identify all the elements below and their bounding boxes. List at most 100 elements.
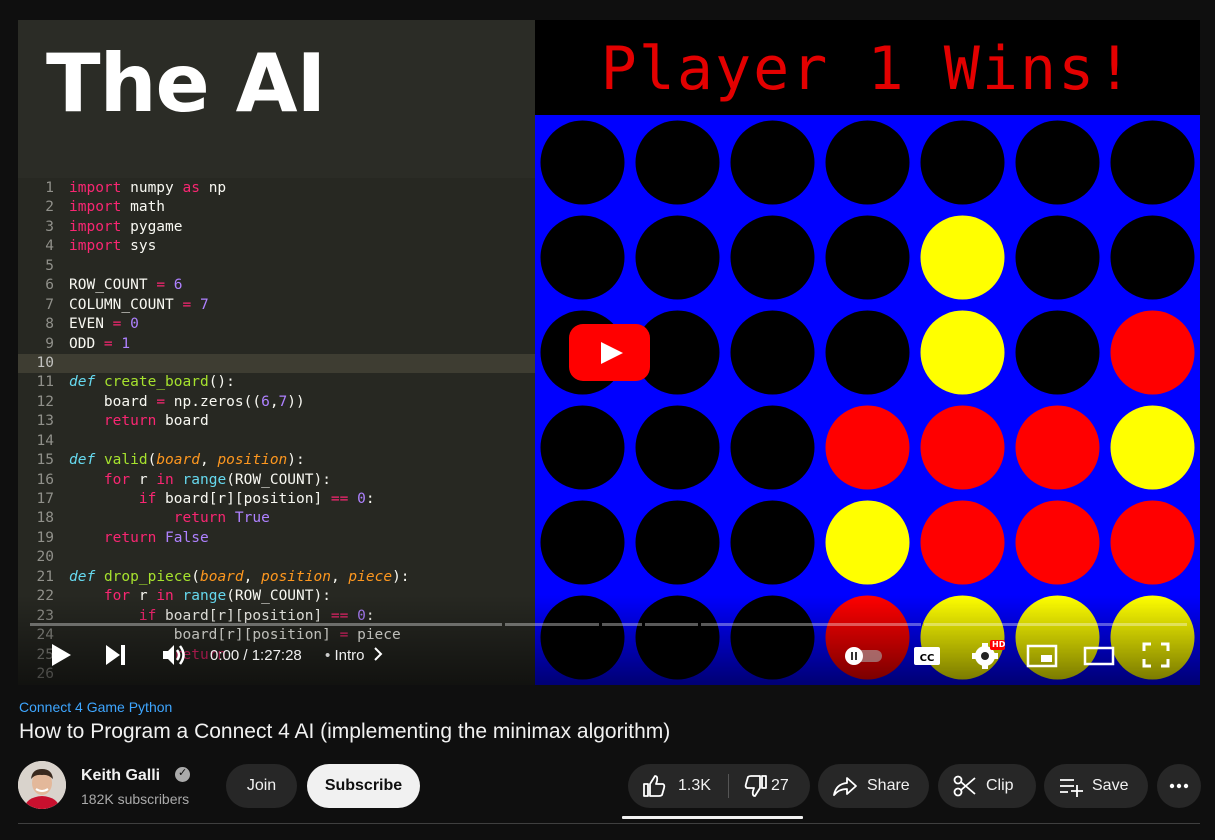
save-button[interactable]: Save (1044, 764, 1148, 808)
chapter-button[interactable]: • Intro (325, 647, 383, 664)
line-number: 19 (36, 529, 54, 546)
code-line: 2 import math (18, 198, 535, 217)
code-text: ROW_COUNT = 6 (69, 277, 183, 294)
code-text: for r in range(ROW_COUNT): (103, 471, 331, 488)
empty-slot (825, 215, 910, 300)
fullscreen-icon[interactable] (1142, 642, 1170, 673)
empty-slot (635, 405, 720, 490)
empty-slot (920, 120, 1005, 205)
code-line: 10 (18, 353, 535, 374)
code-line: 1 import numpy as np (18, 179, 535, 198)
video-player[interactable]: The AI 1 import numpy as np 2 import math 3 i… (18, 20, 1200, 685)
empty-slot (730, 310, 815, 395)
line-number: 18 (36, 510, 54, 527)
player1-piece (1015, 405, 1100, 490)
code-line: 15 def valid(board, position): (18, 451, 535, 470)
playlist-add-icon (1058, 774, 1084, 798)
share-button[interactable]: Share (818, 764, 929, 808)
settings-gear-icon[interactable]: HD (971, 640, 1005, 675)
player1-piece (1015, 500, 1100, 585)
subscribe-button[interactable]: Subscribe (307, 764, 420, 808)
code-line: 19 return False (18, 529, 535, 548)
like-count: 1.3K (678, 777, 711, 794)
chapter-segment[interactable] (924, 623, 1187, 626)
thumbs-down-icon (743, 774, 769, 798)
more-actions-button[interactable] (1157, 764, 1201, 808)
line-number: 4 (45, 238, 54, 255)
game-status-text: Player 1 Wins! (600, 34, 1135, 104)
clip-button[interactable]: Clip (938, 764, 1036, 808)
share-label: Share (867, 777, 910, 794)
empty-slot (730, 405, 815, 490)
line-number: 6 (45, 277, 54, 294)
code-line: 13 return board (18, 412, 535, 431)
line-number: 16 (36, 471, 54, 488)
player1-piece (825, 405, 910, 490)
code-text: EVEN = 0 (69, 316, 139, 333)
hd-badge: HD (992, 640, 1006, 649)
thumbs-up-icon (641, 774, 667, 798)
line-number: 11 (36, 374, 54, 391)
empty-slot (1110, 215, 1195, 300)
line-number: 14 (36, 432, 54, 449)
next-button[interactable] (104, 644, 128, 666)
controls-gradient (18, 595, 1200, 685)
play-button[interactable] (48, 642, 72, 668)
empty-slot (1110, 120, 1195, 205)
code-line: 5 (18, 257, 535, 276)
chapter-segment[interactable] (30, 623, 502, 626)
line-number: 17 (36, 491, 54, 507)
code-line: 16 for r in range(ROW_COUNT): (18, 471, 535, 490)
empty-slot (540, 500, 625, 585)
chapter-segment[interactable] (701, 623, 921, 626)
empty-slot (635, 120, 720, 205)
code-text: def drop_piece(board, position, piece): (69, 568, 410, 585)
playlist-link[interactable]: Connect 4 Game Python (19, 699, 172, 715)
code-line: 7 COLUMN_COUNT = 7 (18, 296, 535, 315)
video-code-panel: The AI 1 import numpy as np 2 import math 3 i… (18, 20, 535, 685)
subscribe-label: Subscribe (324, 777, 403, 794)
autoplay-toggle[interactable] (844, 646, 884, 671)
game-banner: Player 1 Wins! (535, 20, 1200, 115)
theater-mode-icon[interactable] (1083, 646, 1115, 671)
clip-label: Clip (986, 777, 1014, 794)
empty-slot (825, 310, 910, 395)
player1-piece (920, 405, 1005, 490)
code-line: 18 return True (18, 509, 535, 528)
player2-piece (825, 500, 910, 585)
empty-slot (540, 405, 625, 490)
code-text: board = np.zeros((6,7)) (69, 393, 305, 410)
large-play-button[interactable] (569, 324, 650, 381)
dislike-button[interactable]: 27 (729, 764, 810, 808)
code-text: return False (103, 529, 209, 546)
player1-piece (1110, 500, 1195, 585)
code-line: 20 (18, 548, 535, 567)
line-number: 20 (36, 549, 54, 566)
code-text: if board[r][position] == 0: (138, 491, 375, 507)
code-line: 4 import sys (18, 237, 535, 256)
progress-bar[interactable] (30, 623, 1187, 626)
captions-icon[interactable]: CC (913, 644, 941, 673)
time-total: 1:27:28 (251, 647, 302, 664)
channel-avatar[interactable] (18, 761, 66, 809)
empty-slot (1015, 310, 1100, 395)
chapter-segment[interactable] (505, 623, 599, 626)
miniplayer-icon[interactable] (1026, 644, 1058, 673)
chapter-segment[interactable] (602, 623, 642, 626)
volume-icon[interactable] (160, 642, 188, 668)
like-button[interactable]: 1.3K (628, 764, 728, 808)
code-line: 11 def create_board(): (18, 373, 535, 392)
line-number: 2 (45, 199, 54, 216)
join-label: Join (246, 777, 277, 794)
line-number: 13 (36, 413, 54, 430)
chapter-segment[interactable] (645, 623, 698, 626)
channel-name[interactable]: Keith Galli (81, 767, 160, 785)
line-number: 15 (36, 452, 54, 469)
code-line: 14 (18, 432, 535, 451)
scissors-icon (952, 774, 978, 798)
player1-piece (920, 500, 1005, 585)
join-button[interactable]: Join (226, 764, 297, 808)
like-bar-underline (622, 816, 803, 819)
empty-slot (1015, 215, 1100, 300)
video-title: How to Program a Connect 4 AI (implement… (19, 720, 671, 743)
